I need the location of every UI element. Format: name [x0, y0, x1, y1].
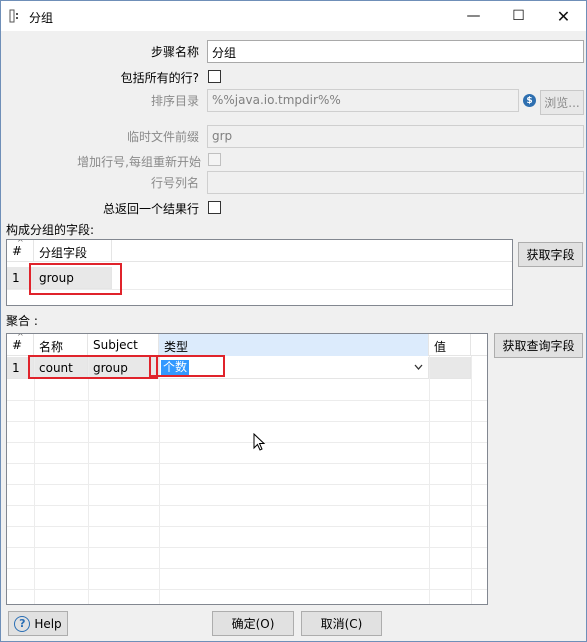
help-button[interactable]: ? Help: [8, 611, 68, 636]
grid-line: [7, 421, 487, 422]
sort-dir-label: 排序目录: [150, 94, 199, 108]
maximize-button[interactable]: ☐: [496, 1, 541, 31]
temp-prefix-label: 临时文件前缀: [126, 130, 199, 144]
ok-button[interactable]: 确定(O): [212, 611, 294, 636]
agg-value-cell[interactable]: [429, 357, 471, 379]
aggregates-label: 聚合 :: [6, 314, 38, 328]
include-all-rows-label: 包括所有的行?: [120, 71, 199, 85]
grid-line: [7, 526, 487, 527]
line-number-field-input[interactable]: [207, 171, 584, 194]
grid-line: [34, 356, 35, 604]
agg-col-value[interactable]: 值: [429, 334, 471, 356]
group-col-number[interactable]: #: [7, 240, 34, 262]
get-lookup-fields-button[interactable]: 获取查询字段: [494, 333, 583, 358]
agg-col-name[interactable]: 名称: [34, 334, 88, 356]
title-bar: 分组 — ☐ ✕: [1, 1, 586, 31]
group-fields-label: 构成分组的字段:: [6, 223, 95, 237]
group-fields-header: ^ # 分组字段: [7, 240, 512, 262]
add-line-number-label: 增加行号,每组重新开始: [77, 155, 201, 169]
grid-line: [429, 356, 430, 604]
aggregates-header: ^ # 名称 Subject 类型 值: [7, 334, 487, 356]
minimize-button[interactable]: —: [451, 1, 496, 31]
browse-button[interactable]: 浏览...: [540, 90, 584, 115]
chevron-down-icon: [414, 364, 423, 370]
agg-col-type[interactable]: 类型: [159, 334, 429, 356]
include-all-rows-checkbox[interactable]: [208, 70, 221, 83]
app-icon: [9, 9, 18, 23]
add-line-number-checkbox[interactable]: [208, 153, 221, 166]
sort-dir-input[interactable]: %%java.io.tmpdir%%: [207, 89, 519, 112]
mouse-cursor-icon: [253, 433, 266, 451]
step-name-input[interactable]: 分组: [207, 40, 584, 63]
agg-col-subject[interactable]: Subject: [88, 334, 159, 356]
close-button[interactable]: ✕: [541, 1, 586, 31]
dialog-window: 分组 — ☐ ✕ 步骤名称 分组 包括所有的行? 排序目录 %%java.io.…: [0, 0, 587, 642]
grid-line: [7, 568, 487, 569]
highlight-type: [149, 355, 225, 377]
grid-line: [7, 442, 487, 443]
highlight-name-subject: [28, 355, 158, 379]
highlight-group-field: [29, 263, 122, 295]
temp-prefix-input[interactable]: grp: [207, 125, 584, 148]
line-number-field-label: 行号列名: [150, 176, 199, 190]
cancel-button[interactable]: 取消(C): [301, 611, 382, 636]
grid-line: [88, 356, 89, 604]
step-name-label: 步骤名称: [150, 45, 199, 59]
grid-line: [7, 547, 487, 548]
help-button-label: Help: [34, 616, 62, 631]
group-col-field[interactable]: 分组字段: [34, 240, 112, 262]
grid-line: [471, 356, 472, 604]
grid-line: [7, 463, 487, 464]
grid-line: [7, 400, 487, 401]
help-icon: ?: [14, 615, 31, 632]
always-return-checkbox[interactable]: [208, 201, 221, 214]
grid-line: [7, 505, 487, 506]
variable-icon[interactable]: $: [523, 94, 536, 107]
grid-line: [7, 484, 487, 485]
grid-line: [7, 589, 487, 590]
get-fields-button[interactable]: 获取字段: [518, 242, 583, 267]
always-return-label: 总返回一个结果行: [102, 202, 199, 216]
agg-col-number[interactable]: #: [7, 334, 34, 356]
window-title: 分组: [29, 11, 54, 25]
grid-line: [159, 356, 160, 604]
